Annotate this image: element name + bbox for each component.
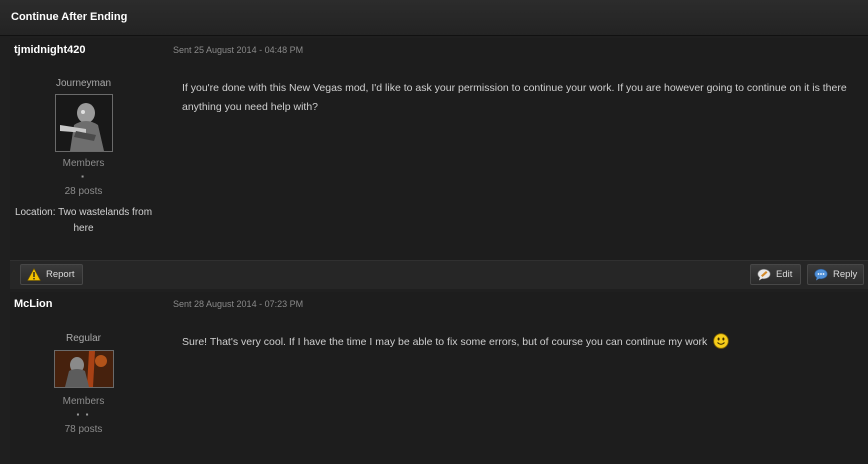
member-rank: Regular	[65, 333, 102, 344]
warning-icon	[27, 268, 41, 281]
avatar-image	[54, 351, 113, 387]
reply-label: Reply	[833, 269, 858, 280]
post-count: 78 posts	[64, 424, 103, 435]
report-label: Report	[46, 269, 75, 280]
post-count: 28 posts	[64, 186, 103, 197]
edit-label: Edit	[776, 269, 793, 280]
report-button[interactable]: Report	[20, 264, 83, 285]
topic-title: Continue After Ending	[11, 11, 128, 23]
post-message-container: Sure! That's very cool. If I have the ti…	[182, 333, 862, 352]
reply-speech-icon	[814, 268, 828, 281]
post: tjmidnight420 Sent 25 August 2014 - 04:4…	[10, 38, 868, 289]
rank-pips: ▪	[81, 172, 86, 181]
member-rank: Journeyman	[55, 78, 112, 89]
rank-pips: ▪ ▪	[76, 410, 91, 419]
member-group: Members	[62, 158, 105, 169]
member-location: Location: Two wastelands from here	[14, 207, 153, 234]
edit-button[interactable]: Edit	[750, 264, 801, 285]
edit-speech-icon	[757, 268, 771, 281]
author-info: Regular Members ▪ ▪ 78 posts	[10, 333, 157, 435]
post-controls: Report Edit Reply	[10, 260, 868, 289]
post-date: Sent 28 August 2014 - 07:23 PM	[173, 299, 304, 309]
topic-header: Continue After Ending	[0, 0, 868, 36]
member-group: Members	[62, 396, 105, 407]
smiley-icon	[713, 333, 729, 349]
post-message: If you're done with this New Vegas mod, …	[182, 82, 847, 113]
author-info: Journeyman Members ▪ 28 posts Location: …	[10, 78, 157, 237]
avatar[interactable]	[54, 94, 113, 152]
post: McLion Sent 28 August 2014 - 07:23 PM Re…	[10, 292, 868, 464]
reply-button[interactable]: Reply	[807, 264, 864, 285]
post-author[interactable]: McLion	[14, 298, 53, 310]
post-date: Sent 25 August 2014 - 04:48 PM	[173, 45, 304, 55]
avatar-image	[55, 95, 112, 151]
avatar[interactable]	[53, 350, 114, 388]
post-author[interactable]: tjmidnight420	[14, 44, 86, 56]
post-message: Sure! That's very cool. If I have the ti…	[182, 336, 708, 348]
